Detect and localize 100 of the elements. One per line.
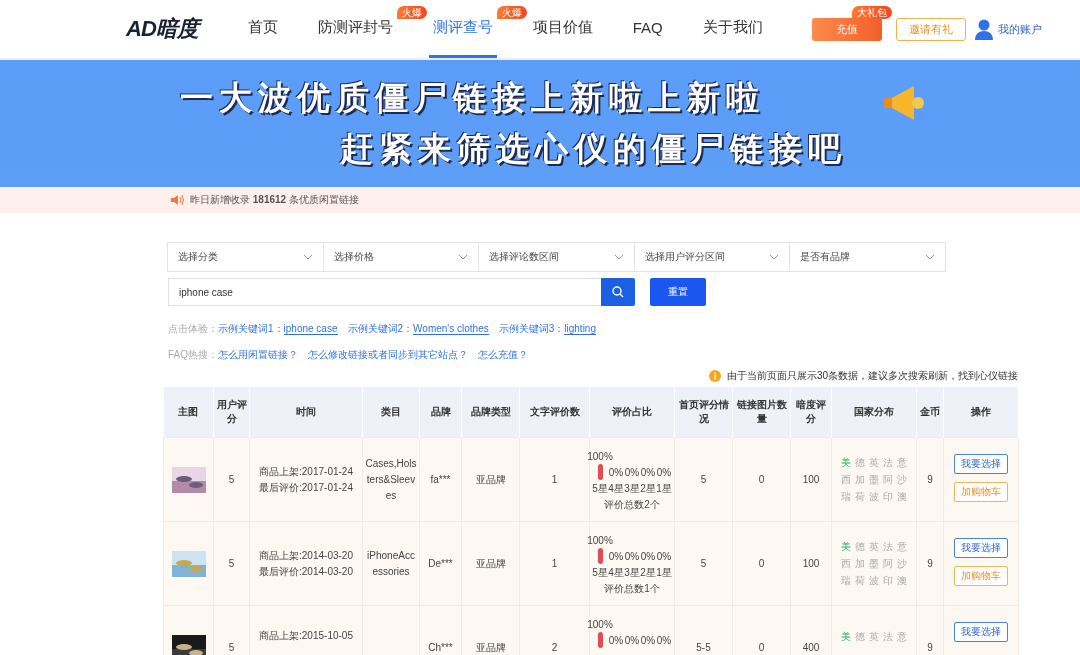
user-avatar-icon[interactable] [974, 18, 994, 40]
star-label: 4星 [608, 482, 624, 496]
column-header: 品牌 [419, 387, 462, 438]
chevron-down-icon [458, 254, 469, 260]
examples-label: 点击体验： [168, 322, 218, 336]
rating-percent: 0% [656, 634, 672, 646]
rating-percent: 0% [608, 466, 624, 478]
country-tag: 西 [839, 472, 853, 487]
chevron-down-icon [769, 254, 780, 260]
faq-link[interactable]: 怎么充值？ [478, 348, 528, 362]
star-label: 5星 [592, 566, 608, 580]
nav-tab[interactable]: 防测评封号 [313, 0, 397, 58]
rating-percent: 100% [587, 618, 613, 630]
country-tag: 印 [881, 489, 895, 504]
filter-dropdown[interactable]: 选择评论数区间 [478, 242, 635, 272]
country-tag: 意 [895, 630, 909, 644]
country-tag: 瑞 [839, 573, 853, 588]
country-tag: 意 [895, 539, 909, 554]
table-cell-text: 商品上架:2017-01-24 [258, 464, 354, 479]
chevron-down-icon [613, 254, 624, 260]
filter-dropdown[interactable]: 选择用户评分区间 [633, 242, 791, 272]
table-cell-text: 400 [801, 640, 821, 655]
example-label: 示例关键词1： [218, 322, 284, 336]
nav-tab[interactable]: 关于我们 [698, 0, 767, 58]
table-cell-text: 亚品牌 [474, 556, 507, 571]
column-header: 链接图片数量 [732, 387, 791, 438]
column-header: 文字评价数 [519, 387, 590, 438]
country-tag: 加 [853, 472, 867, 487]
rating-bar [597, 632, 603, 648]
column-header: 金币 [916, 387, 944, 438]
country-tag: 美 [839, 630, 853, 644]
rating-percent: 0% [656, 550, 672, 562]
table-cell-text: 5 [227, 472, 236, 487]
star-label: 2星 [640, 482, 656, 496]
country-tag: 瑞 [839, 489, 853, 504]
nav-tab[interactable]: 首页 [243, 0, 282, 58]
rating-percent: 0% [640, 466, 656, 478]
select-button[interactable]: 我要选择 [954, 454, 1008, 474]
country-tag: 法 [881, 630, 895, 644]
column-header: 评价占比 [589, 387, 675, 438]
search-button[interactable] [601, 278, 635, 306]
rating-percent: 0% [624, 466, 640, 478]
select-button[interactable]: 我要选择 [954, 538, 1008, 558]
table-cell-text: 5-5 [695, 640, 712, 655]
info-icon [708, 370, 721, 382]
table-cell-text: 2 [550, 640, 559, 655]
table-cell-text: Cases,Holsters&Sleeves [365, 456, 417, 503]
rating-percent: 0% [640, 550, 656, 562]
table-cell-text: 最后评价:2017-01-24 [258, 480, 354, 495]
country-tag: 法 [881, 455, 895, 470]
table-cell-text: fa*** [429, 472, 452, 487]
table-cell-text: 9 [926, 556, 934, 571]
example-label: 示例关键词3： [498, 322, 565, 336]
select-button[interactable]: 我要选择 [954, 622, 1008, 642]
nav-tab[interactable]: FAQ [628, 0, 667, 58]
table-cell-text: 5 [227, 640, 236, 655]
nav-tab[interactable]: 项目价值 [528, 0, 597, 58]
column-header: 首页评分情况 [674, 387, 733, 438]
hot-badge: 火爆 [396, 6, 427, 19]
column-header: 暗度评分 [790, 387, 832, 438]
review-total: 评价总数1个 [604, 582, 660, 596]
country-tag: 法 [881, 539, 895, 554]
example-label: 示例关键词2： [347, 322, 414, 336]
reset-button[interactable]: 重置 [650, 278, 706, 306]
star-label: 1星 [656, 566, 672, 580]
country-tag: 墨 [867, 472, 881, 487]
table-cell-text: 9 [926, 472, 934, 487]
table-cell-text: 最后评价:2014-03-20 [258, 564, 354, 579]
rating-percent: 100% [587, 450, 613, 462]
star-label: 5星 [592, 482, 608, 496]
example-keyword-link[interactable]: iphone case [283, 323, 338, 335]
star-label: 1星 [656, 482, 672, 496]
table-cell-text: 0 [757, 640, 766, 655]
star-label: 3星 [624, 566, 640, 580]
country-tag: 英 [867, 630, 881, 644]
column-header: 时间 [249, 387, 363, 438]
country-tag: 美 [839, 455, 853, 470]
speaker-icon [170, 194, 184, 206]
faq-link[interactable]: 怎么用闲置链接？ [218, 348, 298, 362]
country-tag: 英 [867, 455, 881, 470]
country-tag: 意 [895, 455, 909, 470]
filter-dropdown[interactable]: 是否有品牌 [789, 242, 946, 272]
table-cell-text: 0 [757, 472, 766, 487]
column-header: 品牌类型 [461, 387, 520, 438]
country-tag: 西 [839, 556, 853, 571]
example-keyword-link[interactable]: Women's clothes [413, 323, 489, 335]
country-tag: 荷 [853, 573, 867, 588]
table-cell-text: 100 [801, 556, 821, 571]
account-link[interactable]: 我的账户 [998, 21, 1042, 37]
table-cell-text: iPhoneAccessories [366, 548, 416, 579]
filter-dropdown[interactable]: 选择价格 [322, 242, 480, 272]
rating-percent: 0% [624, 634, 640, 646]
tip-text: 由于当前页面只展示30条数据，建议多次搜索刷新，找到心仪链接 [726, 369, 1018, 383]
table-cell-text: 亚品牌 [474, 640, 507, 655]
search-field[interactable]: iphone case [168, 278, 601, 306]
rating-percent: 0% [608, 634, 624, 646]
filter-dropdown[interactable]: 选择分类 [167, 242, 324, 272]
column-header: 主图 [163, 387, 214, 438]
example-keyword-link[interactable]: lighting [564, 323, 596, 335]
faq-link[interactable]: 怎么修改链接或者同步到其它站点？ [308, 348, 468, 362]
